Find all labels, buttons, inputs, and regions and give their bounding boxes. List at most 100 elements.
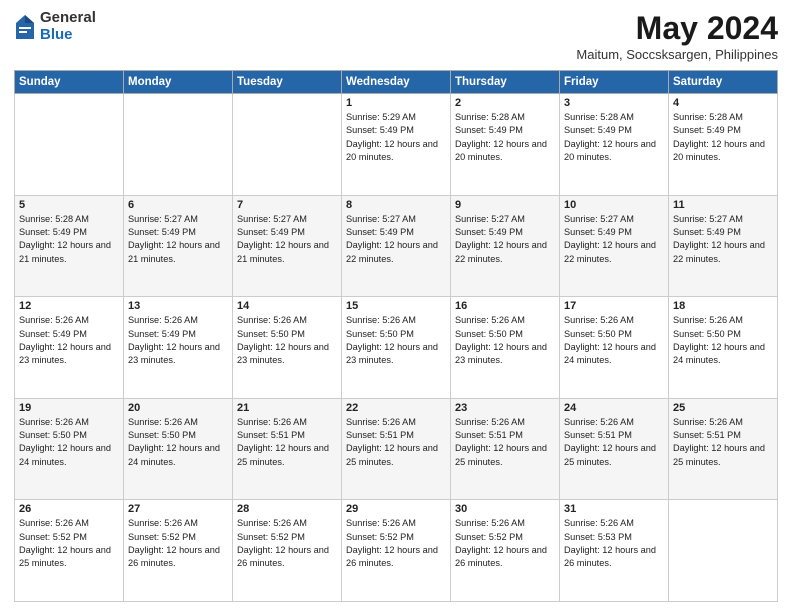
day-number: 21 (237, 402, 337, 414)
calendar-cell: 16Sunrise: 5:26 AM Sunset: 5:50 PM Dayli… (451, 297, 560, 399)
subtitle: Maitum, Soccsksargen, Philippines (576, 47, 778, 62)
calendar-cell: 19 Sunrise: 5:26 AM Sunset: 5:50 PM Dayli… (15, 398, 124, 500)
calendar-week-5: 26 Sunrise: 5:26 AM Sunset: 5:52 PM Dayli… (15, 500, 778, 602)
calendar-cell: 22 Sunrise: 5:26 AM Sunset: 5:51 PM Dayli… (342, 398, 451, 500)
day-number: 22 (346, 402, 446, 414)
calendar-week-3: 12 Sunrise: 5:26 AM Sunset: 5:49 PM Dayli… (15, 297, 778, 399)
day-number: 31 (564, 503, 664, 515)
calendar-cell: 25Sunrise: 5:26 AM Sunset: 5:51 PM Dayli… (669, 398, 778, 500)
day-info: Sunrise: 5:26 AM Sunset: 5:51 PM Dayligh… (564, 416, 664, 469)
calendar-cell (233, 94, 342, 196)
day-info: Sunrise: 5:26 AM Sunset: 5:50 PM Dayligh… (673, 314, 773, 367)
calendar-cell (669, 500, 778, 602)
day-number: 26 (19, 503, 119, 515)
logo: General Blue (14, 10, 96, 43)
calendar-cell: 29 Sunrise: 5:26 AM Sunset: 5:52 PM Dayli… (342, 500, 451, 602)
weekday-header-saturday: Saturday (669, 71, 778, 94)
calendar-cell: 21 Sunrise: 5:26 AM Sunset: 5:51 PM Dayli… (233, 398, 342, 500)
calendar-cell: 18Sunrise: 5:26 AM Sunset: 5:50 PM Dayli… (669, 297, 778, 399)
day-number: 20 (128, 402, 228, 414)
day-number: 12 (19, 300, 119, 312)
weekday-header-monday: Monday (124, 71, 233, 94)
calendar-cell: 6 Sunrise: 5:27 AM Sunset: 5:49 PM Daylig… (124, 195, 233, 297)
calendar-cell: 4 Sunrise: 5:28 AM Sunset: 5:49 PM Daylig… (669, 94, 778, 196)
logo-text: General Blue (40, 10, 96, 43)
day-number: 19 (19, 402, 119, 414)
calendar-cell (124, 94, 233, 196)
day-number: 11 (673, 199, 773, 211)
calendar-week-4: 19 Sunrise: 5:26 AM Sunset: 5:50 PM Dayli… (15, 398, 778, 500)
day-info: Sunrise: 5:28 AM Sunset: 5:49 PM Dayligh… (19, 213, 119, 266)
weekday-header-row: SundayMondayTuesdayWednesdayThursdayFrid… (15, 71, 778, 94)
day-number: 29 (346, 503, 446, 515)
calendar-header: SundayMondayTuesdayWednesdayThursdayFrid… (15, 71, 778, 94)
logo-icon (14, 13, 36, 41)
day-number: 6 (128, 199, 228, 211)
day-number: 4 (673, 97, 773, 109)
day-info: Sunrise: 5:26 AM Sunset: 5:51 PM Dayligh… (237, 416, 337, 469)
day-number: 3 (564, 97, 664, 109)
calendar-cell: 24 Sunrise: 5:26 AM Sunset: 5:51 PM Dayli… (560, 398, 669, 500)
day-info: Sunrise: 5:28 AM Sunset: 5:49 PM Dayligh… (673, 111, 773, 164)
day-info: Sunrise: 5:26 AM Sunset: 5:49 PM Dayligh… (128, 314, 228, 367)
logo-general-text: General (40, 10, 96, 27)
day-info: Sunrise: 5:27 AM Sunset: 5:49 PM Dayligh… (237, 213, 337, 266)
day-number: 25 (673, 402, 773, 414)
day-number: 24 (564, 402, 664, 414)
day-number: 15 (346, 300, 446, 312)
calendar-cell: 27Sunrise: 5:26 AM Sunset: 5:52 PM Dayli… (124, 500, 233, 602)
logo-blue-text: Blue (40, 27, 96, 44)
day-number: 10 (564, 199, 664, 211)
day-info: Sunrise: 5:27 AM Sunset: 5:49 PM Dayligh… (564, 213, 664, 266)
day-info: Sunrise: 5:26 AM Sunset: 5:50 PM Dayligh… (19, 416, 119, 469)
day-number: 13 (128, 300, 228, 312)
day-info: Sunrise: 5:26 AM Sunset: 5:52 PM Dayligh… (346, 517, 446, 570)
calendar-cell: 31Sunrise: 5:26 AM Sunset: 5:53 PM Dayli… (560, 500, 669, 602)
calendar-cell: 1Sunrise: 5:29 AM Sunset: 5:49 PM Daylig… (342, 94, 451, 196)
day-info: Sunrise: 5:26 AM Sunset: 5:51 PM Dayligh… (346, 416, 446, 469)
weekday-header-wednesday: Wednesday (342, 71, 451, 94)
calendar-cell: 8 Sunrise: 5:27 AM Sunset: 5:49 PM Daylig… (342, 195, 451, 297)
calendar-cell: 9Sunrise: 5:27 AM Sunset: 5:49 PM Daylig… (451, 195, 560, 297)
day-info: Sunrise: 5:27 AM Sunset: 5:49 PM Dayligh… (128, 213, 228, 266)
calendar-cell: 15 Sunrise: 5:26 AM Sunset: 5:50 PM Dayli… (342, 297, 451, 399)
day-info: Sunrise: 5:26 AM Sunset: 5:50 PM Dayligh… (237, 314, 337, 367)
calendar-week-1: 1Sunrise: 5:29 AM Sunset: 5:49 PM Daylig… (15, 94, 778, 196)
day-info: Sunrise: 5:26 AM Sunset: 5:50 PM Dayligh… (455, 314, 555, 367)
day-info: Sunrise: 5:26 AM Sunset: 5:52 PM Dayligh… (128, 517, 228, 570)
calendar-cell: 5 Sunrise: 5:28 AM Sunset: 5:49 PM Daylig… (15, 195, 124, 297)
page: General Blue May 2024 Maitum, Soccsksarg… (0, 0, 792, 612)
day-number: 7 (237, 199, 337, 211)
day-number: 5 (19, 199, 119, 211)
day-info: Sunrise: 5:26 AM Sunset: 5:49 PM Dayligh… (19, 314, 119, 367)
day-info: Sunrise: 5:27 AM Sunset: 5:49 PM Dayligh… (346, 213, 446, 266)
calendar-cell: 10 Sunrise: 5:27 AM Sunset: 5:49 PM Dayli… (560, 195, 669, 297)
calendar-cell: 28 Sunrise: 5:26 AM Sunset: 5:52 PM Dayli… (233, 500, 342, 602)
calendar-cell: 20 Sunrise: 5:26 AM Sunset: 5:50 PM Dayli… (124, 398, 233, 500)
day-info: Sunrise: 5:26 AM Sunset: 5:50 PM Dayligh… (564, 314, 664, 367)
day-info: Sunrise: 5:26 AM Sunset: 5:52 PM Dayligh… (19, 517, 119, 570)
weekday-header-thursday: Thursday (451, 71, 560, 94)
day-info: Sunrise: 5:26 AM Sunset: 5:50 PM Dayligh… (128, 416, 228, 469)
main-title: May 2024 (576, 10, 778, 47)
day-number: 28 (237, 503, 337, 515)
calendar-cell: 3Sunrise: 5:28 AM Sunset: 5:49 PM Daylig… (560, 94, 669, 196)
calendar-week-2: 5 Sunrise: 5:28 AM Sunset: 5:49 PM Daylig… (15, 195, 778, 297)
day-number: 14 (237, 300, 337, 312)
calendar-cell: 23Sunrise: 5:26 AM Sunset: 5:51 PM Dayli… (451, 398, 560, 500)
day-number: 30 (455, 503, 555, 515)
day-number: 8 (346, 199, 446, 211)
day-info: Sunrise: 5:28 AM Sunset: 5:49 PM Dayligh… (455, 111, 555, 164)
weekday-header-sunday: Sunday (15, 71, 124, 94)
day-info: Sunrise: 5:26 AM Sunset: 5:51 PM Dayligh… (455, 416, 555, 469)
day-info: Sunrise: 5:27 AM Sunset: 5:49 PM Dayligh… (455, 213, 555, 266)
day-info: Sunrise: 5:26 AM Sunset: 5:52 PM Dayligh… (455, 517, 555, 570)
calendar-body: 1Sunrise: 5:29 AM Sunset: 5:49 PM Daylig… (15, 94, 778, 602)
calendar-cell: 13 Sunrise: 5:26 AM Sunset: 5:49 PM Dayli… (124, 297, 233, 399)
day-number: 2 (455, 97, 555, 109)
calendar-cell: 12 Sunrise: 5:26 AM Sunset: 5:49 PM Dayli… (15, 297, 124, 399)
day-info: Sunrise: 5:26 AM Sunset: 5:52 PM Dayligh… (237, 517, 337, 570)
calendar-cell: 30 Sunrise: 5:26 AM Sunset: 5:52 PM Dayli… (451, 500, 560, 602)
title-block: May 2024 Maitum, Soccsksargen, Philippin… (576, 10, 778, 62)
day-info: Sunrise: 5:26 AM Sunset: 5:50 PM Dayligh… (346, 314, 446, 367)
